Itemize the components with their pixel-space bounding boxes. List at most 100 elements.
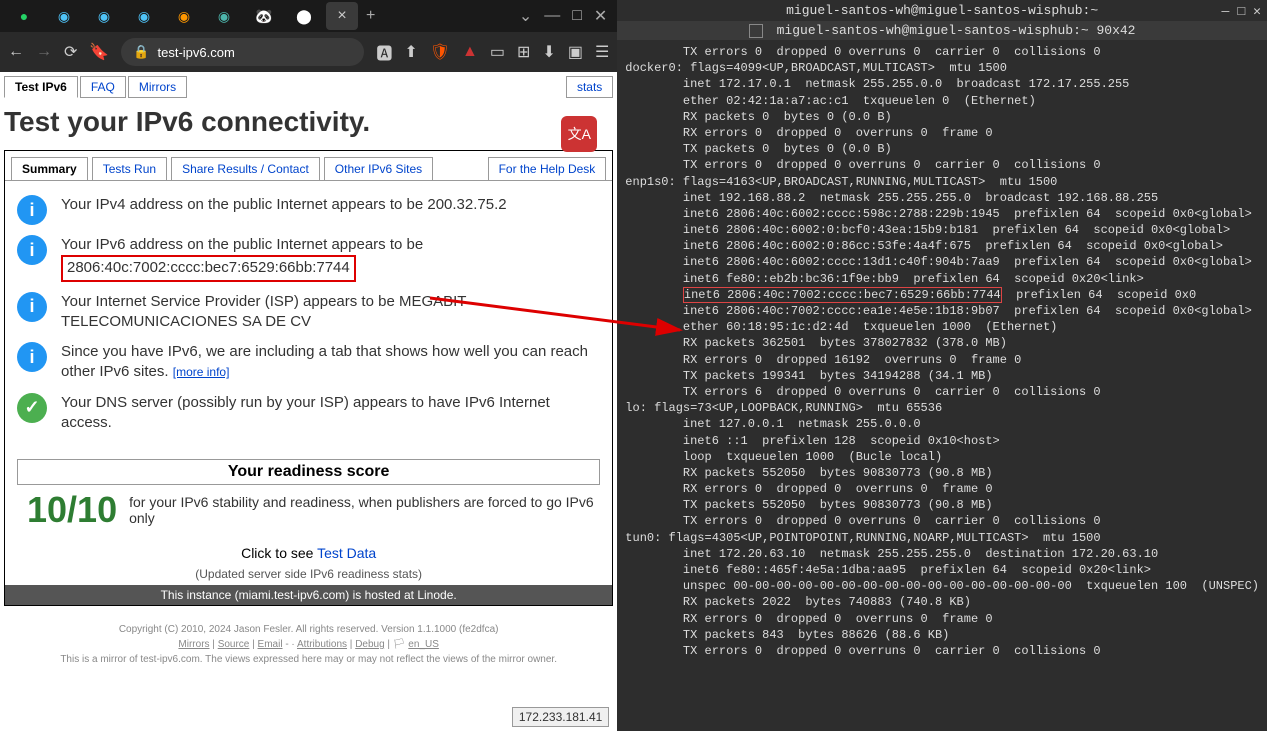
result-ipv6: i Your IPv6 address on the public Intern… xyxy=(17,235,594,282)
ipv6-text: Your IPv6 address on the public Internet… xyxy=(61,235,423,282)
tab-test-ipv6[interactable]: Test IPv6 xyxy=(4,76,78,98)
footer-debug[interactable]: Debug xyxy=(355,639,384,650)
app-icon-teal[interactable]: ◉ xyxy=(212,4,236,28)
browser-window: ● ◉ ◉ ◉ ◉ ◉ 🐼 ⬤ × + ⌄ — □ ✕ ← → ⟳ 🔖 🔒 xyxy=(0,0,617,731)
close-window-icon[interactable]: ✕ xyxy=(594,6,607,26)
tab-stats[interactable]: stats xyxy=(566,76,613,98)
term-minimize-icon[interactable]: — xyxy=(1222,4,1230,19)
panda-icon[interactable]: 🐼 xyxy=(252,4,276,28)
bookmark-icon[interactable]: 🔖 xyxy=(89,42,109,62)
ip-badge: 172.233.181.41 xyxy=(512,707,609,727)
terminal-line: docker0: flags=4099<UP,BROADCAST,MULTICA… xyxy=(625,60,1259,76)
terminal-line: RX packets 0 bytes 0 (0.0 B) xyxy=(625,109,1259,125)
share-icon[interactable]: ⬆ xyxy=(404,42,417,62)
site-security-icon: 🔒 xyxy=(133,44,149,60)
url-text: test-ipv6.com xyxy=(158,45,235,60)
updated-note: (Updated server side IPv6 readiness stat… xyxy=(5,567,612,585)
terminal-line: unspec 00-00-00-00-00-00-00-00-00-00-00-… xyxy=(625,578,1259,594)
terminal-line: tun0: flags=4305<UP,POINTOPOINT,RUNNING,… xyxy=(625,530,1259,546)
more-info-link[interactable]: [more info] xyxy=(173,365,230,379)
browser-nav-bar: ← → ⟳ 🔖 🔒 test-ipv6.com 🅰 ⬆ 🛡 ▲ ▭ ⊞ ⬇ ▣ … xyxy=(0,32,617,72)
triangle-icon[interactable]: ▲ xyxy=(462,43,478,61)
info-icon: i xyxy=(17,195,47,225)
wallet-icon[interactable]: ▭ xyxy=(490,42,505,62)
tab-other-sites[interactable]: Other IPv6 Sites xyxy=(324,157,433,180)
terminal-line: RX errors 0 dropped 0 overruns 0 frame 0 xyxy=(625,611,1259,627)
grid-icon[interactable] xyxy=(749,24,763,38)
footer-mirrors[interactable]: Mirrors xyxy=(178,639,209,650)
footer-source[interactable]: Source xyxy=(218,639,250,650)
page-content: Test IPv6 FAQ Mirrors stats Test your IP… xyxy=(0,72,617,731)
terminal-body[interactable]: TX errors 0 dropped 0 overruns 0 carrier… xyxy=(617,40,1267,731)
test-data-row: Click to see Test Data xyxy=(5,539,612,567)
wifi-icon-2[interactable]: ◉ xyxy=(92,4,116,28)
ipv6-highlighted: 2806:40c:7002:cccc:bec7:6529:66bb:7744 xyxy=(61,255,356,281)
terminal-line: TX packets 199341 bytes 34194288 (34.1 M… xyxy=(625,368,1259,384)
download-icon[interactable]: ⬇ xyxy=(542,42,555,62)
translate-icon[interactable]: 🅰 xyxy=(376,40,392,64)
test-data-link[interactable]: Test Data xyxy=(317,545,376,561)
readiness-score: 10/10 xyxy=(27,489,117,531)
page-footer: Copyright (C) 2010, 2024 Jason Fesler. A… xyxy=(0,614,617,675)
language-badge[interactable]: 文A xyxy=(561,116,597,152)
footer-attributions[interactable]: Attributions xyxy=(297,639,347,650)
menu-icon[interactable]: ☰ xyxy=(595,42,609,62)
terminal-line: ether 02:42:1a:a7:ac:c1 txqueuelen 0 (Et… xyxy=(625,93,1259,109)
back-button[interactable]: ← xyxy=(8,43,24,61)
isp-text: Your Internet Service Provider (ISP) app… xyxy=(61,292,594,333)
terminal-line: TX errors 0 dropped 0 overruns 0 carrier… xyxy=(625,157,1259,173)
content-tabs: Summary Tests Run Share Results / Contac… xyxy=(5,151,612,181)
footer-locale[interactable]: en_US xyxy=(408,639,439,650)
terminal-line: inet 172.17.0.1 netmask 255.255.0.0 broa… xyxy=(625,76,1259,92)
tab-mirrors[interactable]: Mirrors xyxy=(128,76,187,98)
maximize-icon[interactable]: □ xyxy=(572,7,582,25)
terminal-line: TX packets 0 bytes 0 (0.0 B) xyxy=(625,141,1259,157)
terminal-size-header: miguel-santos-wh@miguel-santos-wisphub:~… xyxy=(617,21,1267,40)
url-bar[interactable]: 🔒 test-ipv6.com xyxy=(121,38,364,66)
chevron-down-icon[interactable]: ⌄ xyxy=(519,6,532,26)
info-icon: i xyxy=(17,235,47,265)
terminal-line: inet 127.0.0.1 netmask 255.0.0.0 xyxy=(625,416,1259,432)
terminal-line: inet6 ::1 prefixlen 128 scopeid 0x10<hos… xyxy=(625,433,1259,449)
tabs-icon[interactable]: ▣ xyxy=(568,42,583,62)
terminal-line: inet 172.20.63.10 netmask 255.255.255.0 … xyxy=(625,546,1259,562)
tab-tests-run[interactable]: Tests Run xyxy=(92,157,167,180)
wifi-icon-1[interactable]: ◉ xyxy=(52,4,76,28)
term-close-icon[interactable]: ✕ xyxy=(1253,4,1261,19)
tab-help-desk[interactable]: For the Help Desk xyxy=(488,157,607,180)
tab-summary[interactable]: Summary xyxy=(11,157,88,180)
terminal-line: inet6 fe80::eb2b:bc36:1f9e:bb9 prefixlen… xyxy=(625,271,1259,287)
terminal-line: inet6 2806:40c:7002:cccc:ea1e:4e5e:1b18:… xyxy=(625,303,1259,319)
terminal-line: TX errors 0 dropped 0 overruns 0 carrier… xyxy=(625,513,1259,529)
extension-icon[interactable]: ⊞ xyxy=(517,42,530,62)
score-description: for your IPv6 stability and readiness, w… xyxy=(129,494,600,526)
reload-button[interactable]: ⟳ xyxy=(64,42,77,62)
result-isp: i Your Internet Service Provider (ISP) a… xyxy=(17,292,594,333)
dns-text: Your DNS server (possibly run by your IS… xyxy=(61,393,594,434)
terminal-line: ether 60:18:95:1c:d2:4d txqueuelen 1000 … xyxy=(625,319,1259,335)
forward-button[interactable]: → xyxy=(36,43,52,61)
term-maximize-icon[interactable]: □ xyxy=(1237,4,1245,19)
terminal-line: enp1s0: flags=4163<UP,BROADCAST,RUNNING,… xyxy=(625,174,1259,190)
footer-email[interactable]: Email xyxy=(258,639,283,650)
terminal-line: RX errors 0 dropped 0 overruns 0 frame 0 xyxy=(625,481,1259,497)
terminal-line: TX packets 843 bytes 88626 (88.6 KB) xyxy=(625,627,1259,643)
terminal-line: inet6 fe80::465f:4e5a:1dba:aa95 prefixle… xyxy=(625,562,1259,578)
wifi-icon-3[interactable]: ◉ xyxy=(132,4,156,28)
minimize-icon[interactable]: — xyxy=(544,7,560,25)
brave-icon[interactable]: 🛡 xyxy=(430,42,450,62)
tab-faq[interactable]: FAQ xyxy=(80,76,126,98)
terminal-line: inet 192.168.88.2 netmask 255.255.255.0 … xyxy=(625,190,1259,206)
active-tab[interactable]: × xyxy=(326,2,358,30)
app-icon-orange[interactable]: ◉ xyxy=(172,4,196,28)
new-tab-button[interactable]: + xyxy=(366,7,375,25)
browser-tab-bar: ● ◉ ◉ ◉ ◉ ◉ 🐼 ⬤ × + ⌄ — □ ✕ xyxy=(0,0,617,32)
tab-share[interactable]: Share Results / Contact xyxy=(171,157,320,180)
whatsapp-icon[interactable]: ● xyxy=(12,4,36,28)
github-icon[interactable]: ⬤ xyxy=(292,4,316,28)
footer-disclaimer: This is a mirror of test-ipv6.com. The v… xyxy=(20,652,597,667)
page-title: Test your IPv6 connectivity. xyxy=(0,98,617,150)
ipv4-text: Your IPv4 address on the public Internet… xyxy=(61,195,507,215)
score-row: 10/10 for your IPv6 stability and readin… xyxy=(5,489,612,539)
close-tab-icon[interactable]: × xyxy=(337,7,346,25)
